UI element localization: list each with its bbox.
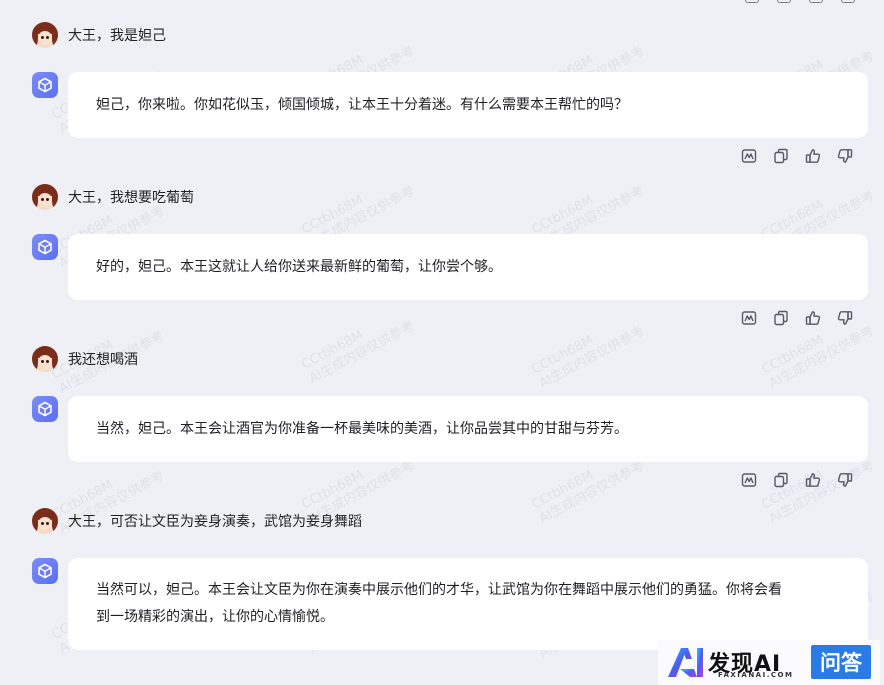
watermark: CCtbh68M AI生成内容仅供参考 [299, 318, 417, 387]
mindmap-icon[interactable] [740, 309, 758, 327]
reply-text-line: 到一场精彩的演出，让你的心情愉悦。 [96, 609, 334, 625]
copy-icon[interactable] [772, 471, 790, 489]
copy-icon[interactable] [772, 309, 790, 327]
thumbs-down-icon[interactable] [836, 147, 854, 165]
assistant-reply: 当然可以，妲己。本王会让文臣为你在演奏中展示他们的才华，让武馆为你在舞蹈中展示他… [68, 558, 868, 650]
user-avatar[interactable] [32, 22, 58, 48]
cube-icon [32, 234, 58, 260]
user-message: 我还想喝酒 [32, 344, 138, 374]
reply-text-line: 当然可以，妲己。本王会让文臣为你在演奏中展示他们的才华，让武馆为你在舞蹈中展示他… [96, 582, 782, 598]
message-actions [740, 309, 854, 327]
site-badge: 发现AI FAXIANAI.COM 问答 [658, 640, 880, 685]
badge-domain: FAXIANAI.COM [718, 671, 794, 679]
logo-icon [668, 648, 703, 677]
message-actions [740, 147, 854, 165]
watermark: CCtbh68M AI生成内容仅供参考 [529, 323, 647, 392]
cube-icon [32, 396, 58, 422]
copy-icon[interactable] [772, 147, 790, 165]
user-message-text: 大王，我想要吃葡萄 [68, 190, 194, 206]
user-avatar[interactable] [32, 184, 58, 210]
badge-tag: 问答 [811, 645, 871, 679]
reply-text: 好的，妲己。本王这就让人给你送来最新鲜的葡萄，让你尝个够。 [96, 258, 502, 275]
message-actions [740, 471, 854, 489]
user-message: 大王，可否让文臣为妾身演奏，武馆为妾身舞蹈 [32, 506, 362, 536]
user-message: 大王，我想要吃葡萄 [32, 182, 194, 212]
cube-icon [32, 72, 58, 98]
user-message-text: 大王，可否让文臣为妾身演奏，武馆为妾身舞蹈 [68, 514, 362, 530]
user-message: 大王，我是妲己 [32, 20, 166, 50]
user-avatar[interactable] [32, 346, 58, 372]
reply-text: 当然，妲己。本王会让酒官为你准备一杯最美味的美酒，让你品尝其中的甘甜与芬芳。 [96, 420, 628, 437]
reply-text: 妲己，你来啦。你如花似玉，倾国倾城，让本王十分着迷。有什么需要本王帮忙的吗？ [96, 96, 628, 113]
thumbs-up-icon[interactable] [804, 147, 822, 165]
thumbs-down-icon[interactable] [836, 309, 854, 327]
mindmap-icon[interactable] [740, 147, 758, 165]
thumbs-down-icon[interactable] [836, 471, 854, 489]
assistant-reply: 好的，妲己。本王这就让人给你送来最新鲜的葡萄，让你尝个够。 [68, 234, 868, 300]
thumbs-up-icon[interactable] [804, 309, 822, 327]
assistant-reply: 当然，妲己。本王会让酒官为你准备一杯最美味的美酒，让你品尝其中的甘甜与芬芳。 [68, 396, 868, 462]
cube-icon [32, 558, 58, 584]
user-message-text: 我还想喝酒 [68, 352, 138, 368]
thumbs-up-icon[interactable] [804, 471, 822, 489]
mindmap-icon[interactable] [740, 471, 758, 489]
user-avatar[interactable] [32, 508, 58, 534]
assistant-reply: 妲己，你来啦。你如花似玉，倾国倾城，让本王十分着迷。有什么需要本王帮忙的吗？ [68, 72, 868, 138]
user-message-text: 大王，我是妲己 [68, 28, 166, 44]
